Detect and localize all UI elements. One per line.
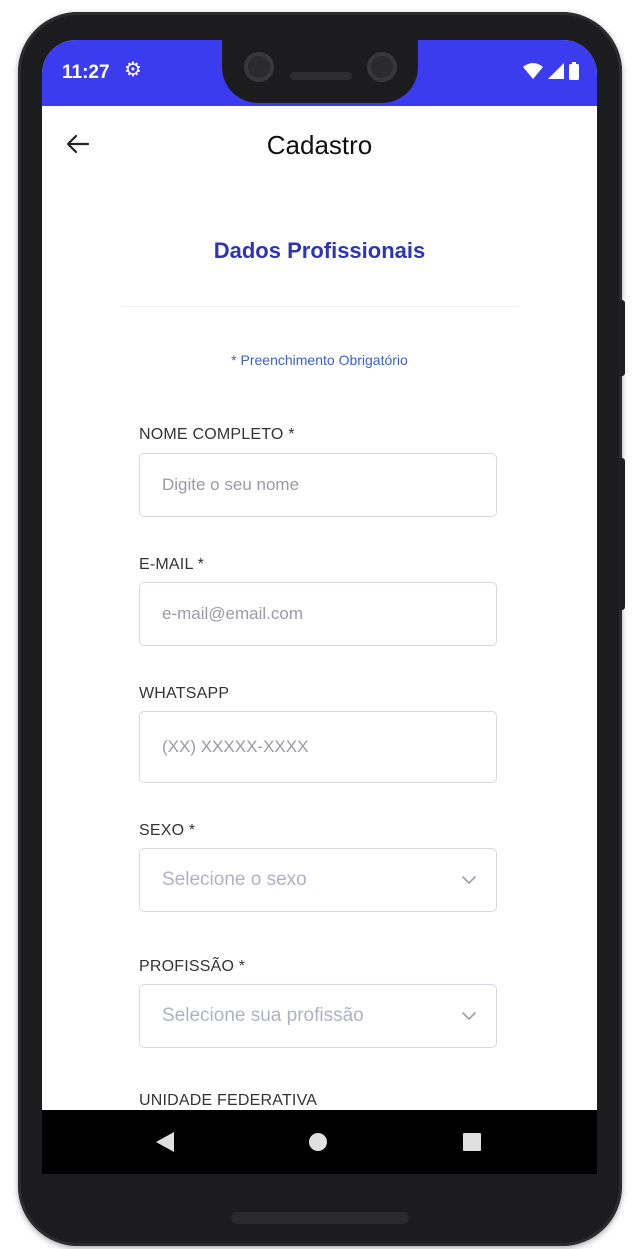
whatsapp-field xyxy=(139,711,497,783)
chevron-down-icon xyxy=(462,1012,476,1020)
status-time: 11:27 xyxy=(62,62,110,83)
required-note: * Preenchimento Obrigatório xyxy=(231,352,408,368)
chevron-down-icon xyxy=(462,876,476,884)
section-divider xyxy=(122,306,518,307)
square-recents-icon xyxy=(463,1133,481,1151)
front-camera-icon xyxy=(244,52,274,82)
name-label: NOME COMPLETO * xyxy=(139,426,295,443)
page-title: Cadastro xyxy=(266,130,373,160)
whatsapp-label: WHATSAPP xyxy=(139,685,230,702)
email-field xyxy=(139,582,497,646)
gear-icon: ⚙ xyxy=(124,59,142,81)
camera-notch xyxy=(222,40,418,103)
section-title: Dados Profissionais xyxy=(213,238,426,263)
email-input[interactable] xyxy=(140,583,496,645)
nav-recents-button[interactable] xyxy=(442,1110,502,1174)
status-bar: 11:27 ⚙ xyxy=(42,40,597,106)
triangle-back-icon xyxy=(156,1132,174,1152)
sex-select-value: Selecione o sexo xyxy=(162,869,307,890)
state-label: UNIDADE FEDERATIVA xyxy=(139,1092,318,1109)
whatsapp-input[interactable] xyxy=(140,712,496,782)
volume-button xyxy=(618,458,625,610)
circle-home-icon xyxy=(309,1133,327,1151)
system-nav-bar xyxy=(42,1110,597,1174)
wifi-icon xyxy=(523,63,543,79)
name-input[interactable] xyxy=(140,454,496,516)
sex-select[interactable]: Selecione o sexo xyxy=(139,848,497,912)
profession-select[interactable]: Selecione sua profissão xyxy=(139,984,497,1048)
profession-select-value: Selecione sua profissão xyxy=(162,1005,364,1026)
battery-icon xyxy=(569,62,579,80)
power-button xyxy=(618,300,625,376)
app-screen: 11:27 ⚙ Cadastro Dados Profissionais * P… xyxy=(42,40,597,1174)
profession-label: PROFISSÃO * xyxy=(139,958,246,975)
signal-icon xyxy=(548,63,564,79)
earpiece-speaker xyxy=(290,72,352,80)
bottom-speaker-grille xyxy=(231,1212,409,1224)
nav-back-button[interactable] xyxy=(135,1110,195,1174)
status-icons xyxy=(523,62,579,80)
front-sensor-icon xyxy=(367,52,397,82)
email-label: E-MAIL * xyxy=(139,556,205,573)
sex-label: SEXO * xyxy=(139,822,196,839)
app-header: Cadastro xyxy=(42,106,597,180)
name-field xyxy=(139,453,497,517)
nav-home-button[interactable] xyxy=(288,1110,348,1174)
